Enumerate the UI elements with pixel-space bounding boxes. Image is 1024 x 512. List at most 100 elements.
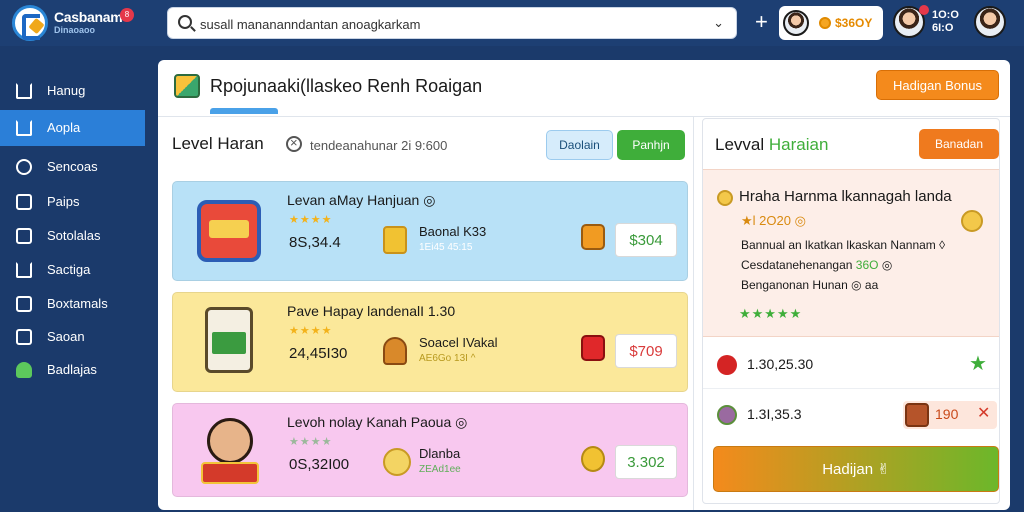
tag-icon [16, 159, 32, 175]
item-subtext: 1Ei45 45:15 [419, 242, 473, 253]
card-art [189, 301, 271, 383]
gem-icon [581, 335, 605, 361]
level-card[interactable]: Levoh nolay Kanah Paoua ◎ ★★★★ 0S,32I00 … [172, 403, 688, 497]
level-card[interactable]: Pave Hapay landenalI 1.30 ★★★★ 24,45I30 … [172, 292, 688, 392]
reward-row[interactable]: 1.3I,35.3 190 ✕ [703, 391, 999, 439]
reward-value: 1.30,25.30 [747, 356, 814, 372]
rating-stars: ★★★★★ [739, 306, 803, 321]
rating-stars: ★★★★ [289, 436, 333, 448]
list-icon [16, 329, 32, 345]
claim-button[interactable]: Hadijan ✌ [713, 446, 999, 492]
item-name: Soacel IVakal [419, 335, 498, 350]
badge-icon [197, 200, 261, 262]
coin-icon [581, 446, 605, 472]
sidebar-item-label: Hanug [47, 83, 86, 98]
star-icon[interactable]: ★ [969, 351, 987, 376]
info-subtitle: ★l 2O20 ◎ [741, 213, 806, 228]
item-name: Baonal K33 [419, 224, 487, 239]
page-title: Rpojunaaki(llaskeo Renh Roaigan [210, 76, 483, 96]
sidebar-item-active[interactable]: Aopla [0, 110, 145, 146]
coin-icon [717, 190, 733, 206]
card-name: Levan aMay Hanjuan ◎ [287, 192, 436, 208]
main-panel: Rpojunaaki(llaskeo Renh Roaigan Hadigan … [158, 60, 1010, 510]
rating-stars: ★★★★ [289, 214, 333, 226]
sidebar-item-label: Badlajas [47, 362, 97, 377]
home-icon [16, 262, 32, 278]
account-avatar[interactable] [974, 6, 1006, 38]
bonus-button[interactable]: Hadigan Bonus [876, 70, 999, 100]
close-icon[interactable]: ✕ [977, 403, 990, 423]
level-card[interactable]: Levan aMay Hanjuan ◎ ★★★★ 8S,34.4 Baonal… [172, 181, 688, 281]
list-icon [16, 296, 32, 312]
info-line-text: Bannual an lkatkan lkaskan Nannam [741, 238, 936, 252]
panel-action-button[interactable]: Banadan [919, 129, 999, 159]
panel-title: Levval Haraian [715, 135, 828, 155]
banner-icon [201, 462, 259, 484]
search-bar[interactable]: ⌄ [167, 7, 737, 39]
sidebar-item-home[interactable]: Hanug [0, 73, 145, 109]
price-button[interactable]: $304 [615, 223, 677, 257]
card-amount: 8S,34.4 [289, 234, 341, 251]
add-button[interactable]: + [755, 9, 768, 35]
top-stat-line: 1O:O [932, 9, 959, 21]
chevron-down-icon[interactable]: ⌄ [713, 15, 724, 31]
reward-value: 1.3I,35.3 [747, 406, 802, 422]
detail-button[interactable]: Daolain [546, 130, 613, 160]
sidebar-item-label: Sotolalas [47, 228, 101, 243]
reward-row[interactable]: 1.30,25.30 ★ [703, 341, 999, 389]
document-icon [16, 194, 32, 210]
price-button[interactable]: $709 [615, 334, 677, 368]
user-icon [16, 362, 32, 378]
panel-title-main: Levval [715, 135, 765, 154]
prize-icon [383, 226, 407, 254]
user-coins-pill[interactable]: $36OY [779, 6, 883, 40]
brand-subtitle: Dinaoaoo [54, 25, 96, 35]
reward-chip[interactable]: 190 ✕ [903, 401, 997, 429]
sidebar-item-sencoas[interactable]: Sencoas [0, 149, 145, 185]
bag-icon [581, 224, 605, 250]
sidebar-item-label: Saoan [47, 329, 85, 344]
item-name: Dlanba [419, 446, 461, 461]
coin-icon [961, 210, 983, 232]
avatar [783, 10, 809, 36]
brand-badge: 8 [120, 8, 134, 22]
sidebar-item-label: Aopla [47, 120, 81, 135]
burger-icon [383, 337, 407, 365]
sidebar-item-label: Boxtamals [47, 296, 108, 311]
coin-balance: $36OY [835, 16, 873, 30]
info-line-tail: ◊ [939, 238, 946, 252]
sidebar-item-paips[interactable]: Paips [0, 184, 145, 220]
card-art [189, 412, 271, 494]
card-amount: 0S,32I00 [289, 456, 350, 473]
top-bar: Casbanam Dinaoaoo 8 ⌄ + $36OY 1O:O 6I:O [0, 0, 1024, 46]
coin-icon [819, 17, 831, 29]
chip-value: 190 [935, 406, 959, 422]
app-logo[interactable] [12, 5, 48, 41]
filter-text: tendeanahunar 2i 9:600 [310, 138, 448, 153]
sidebar-item-boxtamals[interactable]: Boxtamals [0, 286, 145, 322]
item-subtext: AE6Go 13I ^ [419, 353, 476, 364]
sidebar: Hanug Aopla Sencoas Paips Sotolalas Sact… [0, 46, 145, 512]
sidebar-item-saoan[interactable]: Saoan [0, 319, 145, 355]
sidebar-item-sotolalas[interactable]: Sotolalas [0, 218, 145, 254]
sidebar-item-badlajas[interactable]: Badlajas [0, 352, 145, 388]
join-button[interactable]: Panhjn [617, 130, 685, 160]
rating-stars: ★★★★ [289, 325, 333, 337]
card-art [189, 190, 271, 272]
title-tab-indicator [210, 108, 278, 114]
card-name: Pave Hapay landenalI 1.30 [287, 303, 456, 319]
chart-icon [16, 228, 32, 244]
info-line: Bannual an lkatkan lkaskan Nannam ◊ [741, 238, 945, 252]
info-line-text: Cesdatanehenangan [741, 258, 853, 272]
price-button[interactable]: 3.302 [615, 445, 677, 479]
coin-icon [383, 448, 411, 476]
sidebar-item-sactiga[interactable]: Sactiga [0, 252, 145, 288]
sidebar-item-label: Sactiga [47, 262, 91, 277]
game-icon [174, 74, 200, 98]
apple-icon [717, 355, 737, 375]
search-input[interactable] [200, 14, 700, 34]
clear-filter-icon[interactable] [286, 135, 302, 152]
cup-icon [205, 307, 253, 373]
chest-icon [905, 403, 929, 427]
sidebar-item-label: Paips [47, 194, 80, 209]
